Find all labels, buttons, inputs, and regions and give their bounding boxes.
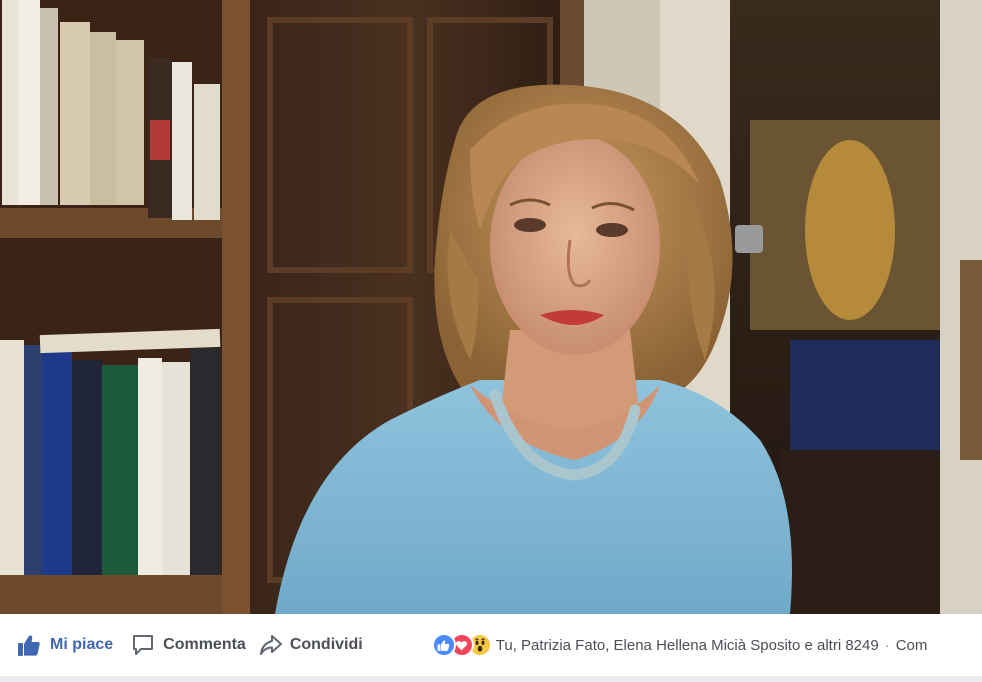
reaction-names[interactable]: Tu, Patrizia Fato, Elena Hellena Micià S…: [496, 637, 879, 654]
bottom-divider: [0, 676, 982, 682]
like-reaction-icon: [431, 633, 456, 657]
reaction-separator: ·: [884, 636, 890, 654]
like-label: Mi piace: [50, 636, 114, 653]
like-button[interactable]: Mi piace: [17, 614, 113, 676]
comment-button[interactable]: Commenta: [131, 614, 246, 676]
reaction-icons: [431, 633, 492, 657]
action-buttons: Mi piace Commenta Condividi: [0, 614, 363, 676]
share-button[interactable]: Condividi: [259, 614, 363, 676]
video-player[interactable]: [0, 0, 982, 614]
video-frame: [0, 0, 982, 614]
comments-link[interactable]: Com: [896, 637, 928, 654]
comment-label: Commenta: [163, 636, 246, 653]
comment-icon: [133, 635, 154, 655]
reactions-summary[interactable]: Tu, Patrizia Fato, Elena Hellena Micià S…: [431, 614, 928, 676]
share-arrow-icon: [259, 635, 282, 655]
post-action-bar: Mi piace Commenta Condividi Tu, Patrizia…: [0, 614, 982, 676]
share-label: Condividi: [289, 636, 363, 653]
thumbs-up-icon: [18, 635, 40, 656]
